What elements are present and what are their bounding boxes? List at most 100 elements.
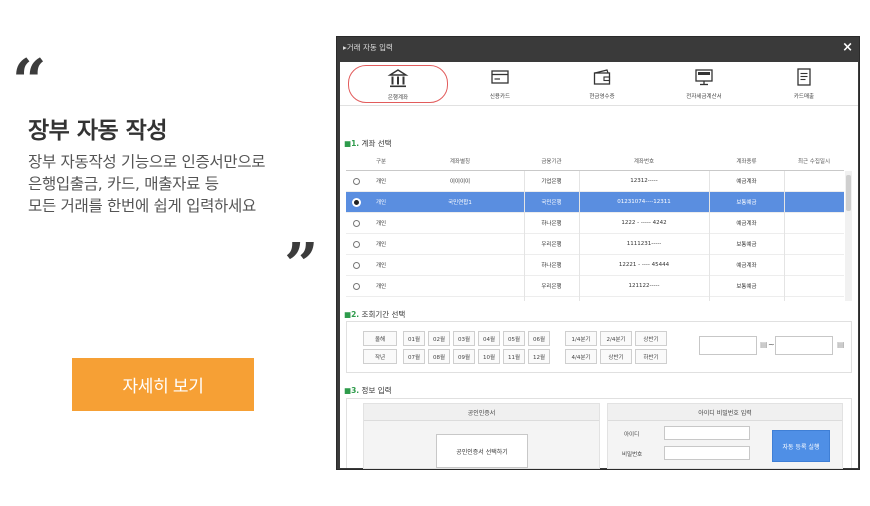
id-label: 아이디: [624, 432, 640, 438]
month-button[interactable]: 10월: [478, 349, 500, 364]
cell-kind: 보통예금: [736, 284, 757, 290]
calendar-icon[interactable]: ▤: [837, 340, 845, 349]
month-button[interactable]: 03월: [453, 331, 475, 346]
tab-tax-invoice[interactable]: 전자세금계산서: [654, 65, 754, 103]
table-row[interactable]: 개인 하나은행 12221 - ---- 45444 예금계좌: [346, 255, 844, 276]
account-radio[interactable]: [352, 282, 360, 290]
promo-desc-line: 모든 거래를 한번에 쉽게 입력하세요: [28, 197, 256, 215]
id-input[interactable]: [664, 426, 750, 440]
month-button[interactable]: 04월: [478, 331, 500, 346]
col-header: 최근 수집일시: [797, 158, 831, 165]
quarter-button[interactable]: 1/4분기: [565, 331, 597, 346]
table-row-selected[interactable]: 개인 국민연합1 국민은행 01231074----12311 보통예금: [346, 192, 844, 213]
account-radio[interactable]: [352, 177, 360, 185]
cell-alias: [396, 234, 524, 254]
section-label: 계좌 선택: [361, 139, 392, 148]
tab-credit-card[interactable]: 신용카드: [450, 65, 550, 103]
cell-kind: 예금계좌: [736, 263, 757, 269]
this-year-button[interactable]: 올해: [363, 331, 397, 346]
month-button[interactable]: 09월: [453, 349, 475, 364]
close-icon[interactable]: ×: [842, 41, 853, 54]
cell-number: 12221 - ---- 45444: [618, 262, 670, 268]
month-button[interactable]: 06월: [528, 331, 550, 346]
cell-bank: 우리은행: [541, 284, 562, 290]
month-button[interactable]: 01월: [403, 331, 425, 346]
account-table: 구분 계좌별칭 금융기관 계좌번호 계좌종류 최근 수집일시 개인 이이이이 기…: [346, 151, 852, 301]
promo-desc-line: 은행입출금, 카드, 매출자료 등: [28, 175, 219, 193]
col-header: 금융기관: [541, 158, 562, 165]
column-divider: [709, 171, 710, 301]
section-marker: ■3.: [344, 386, 360, 395]
section-label: 조회기간 선택: [361, 310, 406, 319]
calendar-icon[interactable]: ▤: [760, 340, 768, 349]
table-row[interactable]: 개인 하나은행 1222 - ----- 4242 예금계좌: [346, 213, 844, 234]
period-selector: 올해 작년 01월 02월 03월 04월 05월 06월 07월 08월 09…: [346, 321, 852, 373]
info-input-box: 공인인증서 공인인증서 선택하기 아이디 비밀번호 입력 아이디 비밀번호 자동…: [346, 398, 852, 469]
table-row[interactable]: 개인 이이이이 기업은행 12312----- 예금계좌: [346, 171, 844, 192]
run-auto-register-button[interactable]: 자동 등록 실행: [772, 430, 830, 462]
cell-number: 1111231-----: [626, 241, 662, 247]
month-button[interactable]: 05월: [503, 331, 525, 346]
column-divider: [784, 171, 785, 301]
account-radio[interactable]: [352, 261, 360, 269]
login-panel-header: 아이디 비밀번호 입력: [608, 404, 842, 421]
col-header: 계좌종류: [736, 158, 757, 165]
auto-entry-window: ▸거래 자동 입력 × 은행계좌 신용카드 현금영수증 전자세금계산서 카드매출…: [336, 36, 860, 470]
scrollbar-thumb[interactable]: [846, 175, 851, 211]
half-year-button[interactable]: 하반기: [635, 349, 667, 364]
month-button[interactable]: 12월: [528, 349, 550, 364]
account-radio[interactable]: [352, 240, 360, 248]
end-date-input[interactable]: [775, 336, 833, 355]
password-input[interactable]: [664, 446, 750, 460]
table-scrollbar[interactable]: [845, 171, 852, 301]
cell-recent: [784, 255, 844, 275]
quarter-button[interactable]: 4/4분기: [565, 349, 597, 364]
table-row[interactable]: 개인 우리은행 121122----- 보통예금: [346, 276, 844, 297]
account-radio[interactable]: [352, 219, 360, 227]
cell-kind: 예금계좌: [736, 179, 757, 185]
start-date-input[interactable]: [699, 336, 757, 355]
bank-icon: [387, 69, 409, 88]
cell-type: 개인: [375, 242, 387, 248]
cell-bank: 하나은행: [541, 221, 562, 227]
quarter-button[interactable]: 2/4분기: [600, 331, 632, 346]
half-year-button[interactable]: 상반기: [635, 331, 667, 346]
tab-cash-receipt[interactable]: 현금영수증: [552, 65, 652, 103]
select-certificate-button[interactable]: 공인인증서 선택하기: [436, 434, 528, 468]
date-range-separator: ~: [768, 340, 775, 349]
cell-alias: [396, 255, 524, 275]
half-year-button[interactable]: 상반기: [600, 349, 632, 364]
promo-title: 장부 자동 작성: [28, 118, 167, 144]
cell-kind: 예금계좌: [736, 221, 757, 227]
month-button[interactable]: 07월: [403, 349, 425, 364]
section-account-select-title: ■1. 계좌 선택: [344, 138, 392, 149]
cell-type: 개인: [375, 284, 387, 290]
receipt-wallet-icon: [593, 69, 611, 85]
cell-type: 개인: [375, 179, 387, 185]
certificate-panel-header: 공인인증서: [364, 404, 599, 421]
cell-kind: 보통예금: [736, 200, 757, 206]
cell-type: 개인: [375, 200, 387, 206]
certificate-panel: 공인인증서 공인인증서 선택하기: [363, 403, 600, 469]
section-label: 정보 입력: [361, 386, 392, 395]
month-button[interactable]: 11월: [503, 349, 525, 364]
month-button[interactable]: 08월: [428, 349, 450, 364]
account-radio[interactable]: [352, 198, 360, 206]
cell-type: 개인: [375, 221, 387, 227]
cell-recent: [784, 171, 844, 191]
col-header: 계좌별칭: [449, 158, 471, 165]
section-period-title: ■2. 조회기간 선택: [344, 309, 405, 320]
open-quote-icon: “: [12, 47, 47, 117]
tab-card-sales[interactable]: 카드매출: [754, 65, 854, 103]
see-more-button[interactable]: 자세히 보기: [72, 358, 254, 411]
table-row[interactable]: 개인 우리은행 1111231----- 보통예금: [346, 234, 844, 255]
cell-number: 121122-----: [628, 283, 660, 289]
cell-recent: [784, 276, 844, 296]
cell-recent: [784, 192, 844, 212]
month-button[interactable]: 02월: [428, 331, 450, 346]
account-table-header: 구분 계좌별칭 금융기관 계좌번호 계좌종류 최근 수집일시: [346, 151, 844, 171]
cell-number: 1222 - ----- 4242: [621, 220, 667, 226]
section-marker: ■1.: [344, 139, 360, 148]
last-year-button[interactable]: 작년: [363, 349, 397, 364]
tab-bank-account[interactable]: 은행계좌: [348, 65, 448, 103]
